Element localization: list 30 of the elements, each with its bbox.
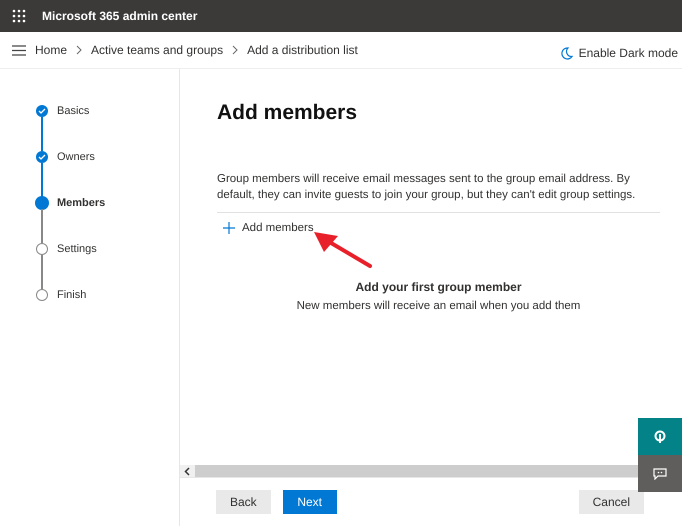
empty-state-text: New members will receive an email when you add them: [296, 300, 582, 312]
step-label: Settings: [57, 243, 97, 255]
step-label: Basics: [57, 105, 90, 117]
page-heading: Add members: [217, 101, 358, 125]
plus-icon: [223, 222, 235, 234]
footer-button[interactable]: Next: [282, 490, 337, 514]
chevron-icon: [232, 45, 238, 55]
app-title: Microsoft 365 admin center: [42, 9, 198, 23]
help-button[interactable]: [638, 418, 682, 455]
description-text: Group members will receive email messages sent to the group email address. By default, they can invite guests to join your group, but they can't edit group settings.: [217, 172, 636, 203]
scroll-left-icon[interactable]: [184, 466, 190, 476]
breadcrumb-link[interactable]: Active teams and groups: [91, 43, 224, 57]
chat-icon: [653, 468, 667, 480]
breadcrumb-link[interactable]: Home: [35, 43, 68, 57]
horizontal-scrollbar[interactable]: [180, 465, 638, 477]
breadcrumb-link[interactable]: Add a distribution list: [247, 43, 358, 57]
moon-icon: [560, 46, 573, 60]
add-members-button[interactable]: Add members: [217, 222, 314, 234]
footer-button[interactable]: Cancel: [578, 490, 644, 514]
step-label: Members: [57, 197, 106, 209]
step-label: Owners: [57, 151, 95, 163]
chevron-icon: [76, 45, 82, 55]
app-launcher-icon[interactable]: [12, 9, 26, 23]
menu-icon[interactable]: [12, 44, 26, 56]
step-label: Finish: [57, 289, 86, 301]
dark-mode-button[interactable]: Enable Dark mode: [560, 46, 678, 60]
feedback-button[interactable]: [638, 455, 682, 492]
annotation-arrow: [312, 230, 374, 270]
empty-state-title: Add your first group member: [354, 280, 522, 294]
footer-button[interactable]: Back: [216, 490, 271, 514]
